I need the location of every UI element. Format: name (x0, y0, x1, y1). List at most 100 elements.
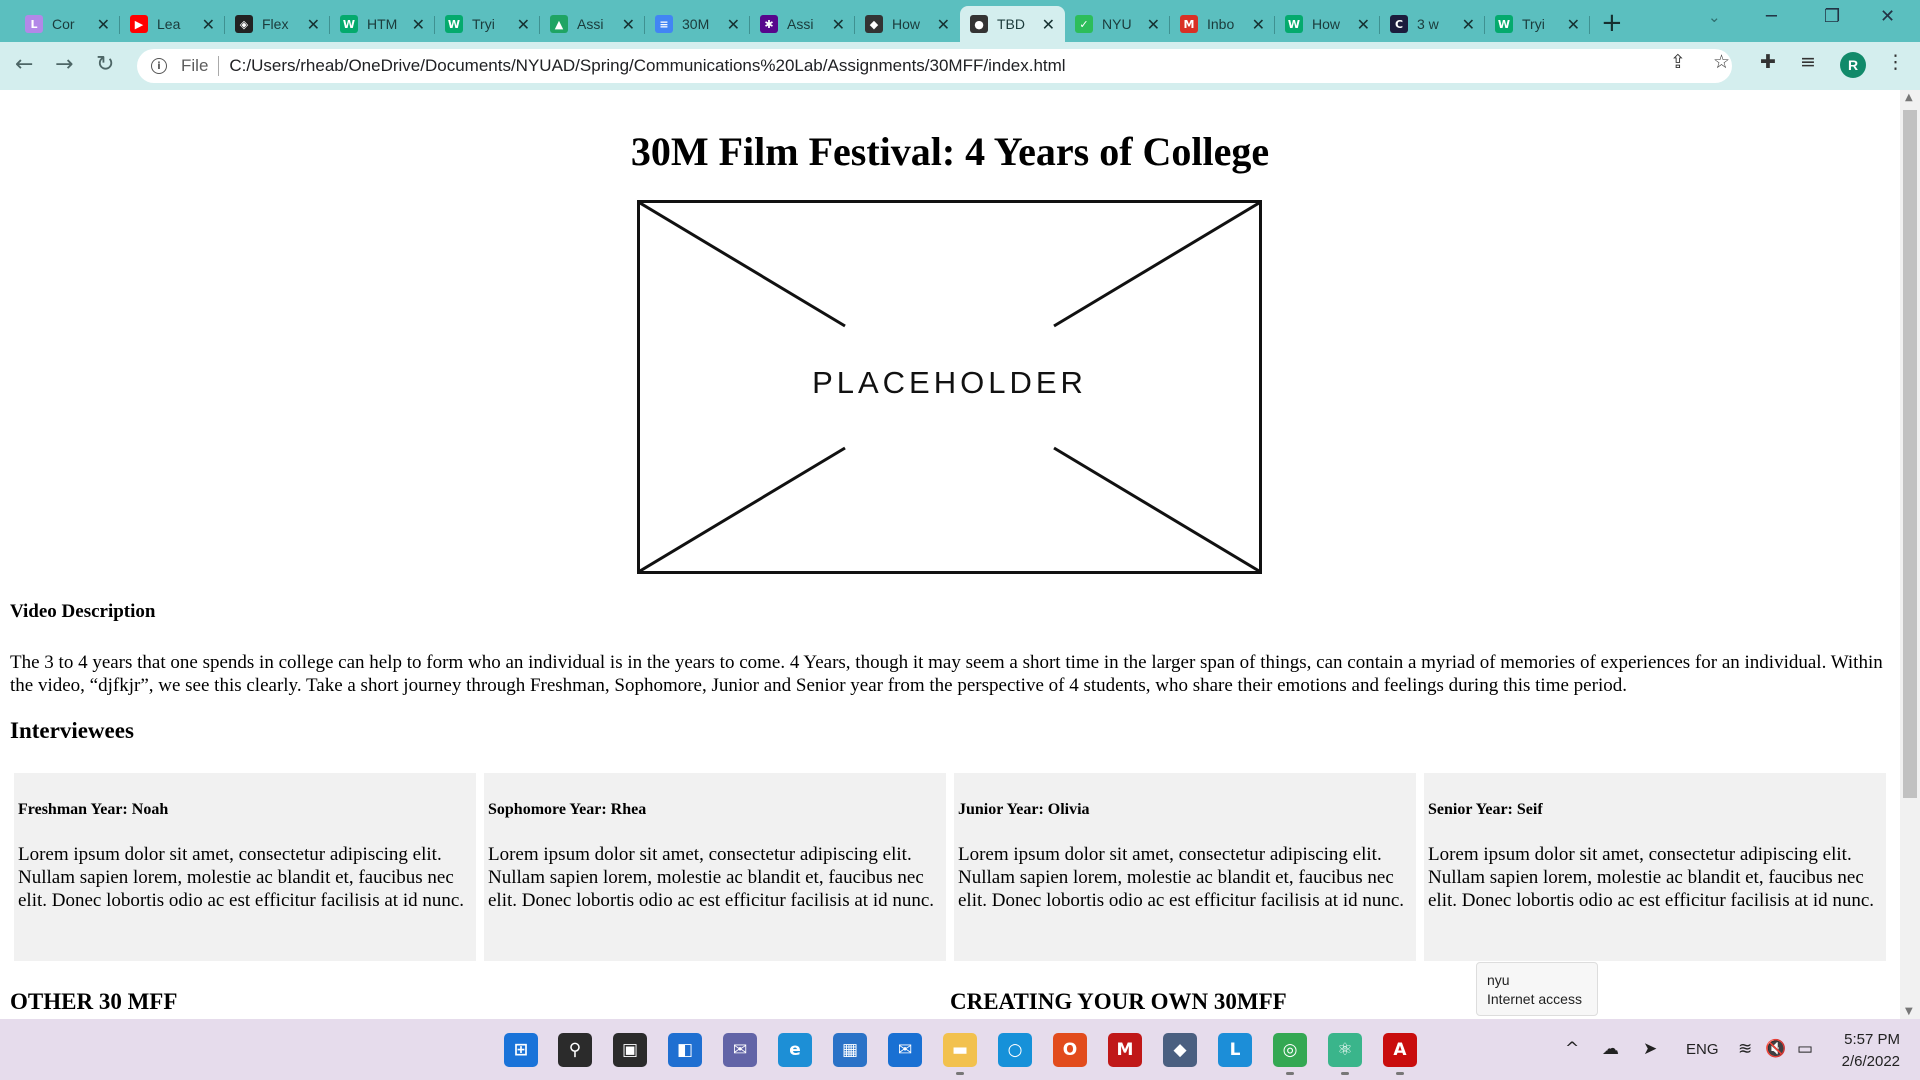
interviewee-card: Junior Year: Olivia Lorem ipsum dolor si… (954, 773, 1416, 961)
mail-icon[interactable]: ✉ (888, 1033, 922, 1067)
browser-tab[interactable]: ◈ Flex ✕ (225, 6, 330, 42)
acrobat-icon[interactable]: A (1383, 1033, 1417, 1067)
bookmark-star-icon[interactable]: ☆ (1713, 51, 1730, 73)
location-arrow-icon[interactable]: ➤ (1643, 1039, 1657, 1059)
tab-close-icon[interactable]: ✕ (1357, 15, 1370, 34)
interviewee-text: Lorem ipsum dolor sit amet, consectetur … (958, 844, 1405, 911)
close-window-icon[interactable]: ✕ (1880, 6, 1895, 27)
tab-title: Inbo (1207, 16, 1235, 32)
scrollbar-thumb[interactable] (1903, 110, 1917, 798)
google-docs-icon: ≡ (655, 15, 673, 33)
site-info-icon[interactable]: i (151, 58, 167, 74)
battery-icon[interactable]: ▭ (1797, 1039, 1813, 1059)
edge-icon[interactable]: e (778, 1033, 812, 1067)
youtube-icon: ▶ (130, 15, 148, 33)
system-clock[interactable]: 5:57 PM 2/6/2022 (1828, 1029, 1900, 1073)
tab-title: TBD (997, 16, 1025, 32)
address-bar[interactable]: i File C:/Users/rheab/OneDrive/Documents… (137, 49, 1732, 83)
tab-title: How (1312, 16, 1341, 32)
file-explorer-icon[interactable]: ▬ (943, 1033, 977, 1067)
running-indicator (956, 1072, 964, 1075)
windows-start-icon[interactable]: ⊞ (504, 1033, 538, 1067)
tab-close-icon[interactable]: ✕ (1567, 15, 1580, 34)
tab-close-icon[interactable]: ✕ (1462, 15, 1475, 34)
tab-title: Tryi (472, 16, 495, 32)
tab-title: 3 w (1417, 16, 1439, 32)
tab-close-icon[interactable]: ✕ (97, 15, 110, 34)
lockdown-browser-icon[interactable]: L (1218, 1033, 1252, 1067)
interviewee-text: Lorem ipsum dolor sit amet, consectetur … (488, 844, 935, 911)
reload-icon[interactable]: ↻ (96, 52, 114, 77)
forward-arrow-icon[interactable]: → (55, 52, 73, 77)
widgets-icon[interactable]: ◧ (668, 1033, 702, 1067)
minimize-icon[interactable]: ─ (1766, 6, 1777, 27)
tab-search-chevron-icon[interactable]: ⌄ (1708, 8, 1721, 26)
browser-tab[interactable]: C 3 w ✕ (1380, 6, 1485, 42)
browser-tab[interactable]: ≡ 30M ✕ (645, 6, 750, 42)
page-title: 30M Film Festival: 4 Years of College (630, 129, 1270, 174)
mcafee-icon[interactable]: M (1108, 1033, 1142, 1067)
browser-tab[interactable]: ✱ Assi ✕ (750, 6, 855, 42)
browser-tab[interactable]: ✓ NYU ✕ (1065, 6, 1170, 42)
running-indicator (1341, 1072, 1349, 1075)
speaker-muted-icon[interactable]: 🔇 (1765, 1039, 1786, 1059)
tab-close-icon[interactable]: ✕ (832, 15, 845, 34)
back-arrow-icon[interactable]: ← (15, 52, 33, 77)
network-tooltip: nyu Internet access (1476, 962, 1598, 1016)
network-status: Internet access (1487, 991, 1582, 1007)
browser-tab[interactable]: W HTM ✕ (330, 6, 435, 42)
tab-close-icon[interactable]: ✕ (307, 15, 320, 34)
wifi-icon[interactable]: ≋ (1738, 1039, 1752, 1059)
tab-title: How (892, 16, 921, 32)
browser-tab[interactable]: W How ✕ (1275, 6, 1380, 42)
running-indicator (1396, 1072, 1404, 1075)
tab-close-icon[interactable]: ✕ (1252, 15, 1265, 34)
browser-tab[interactable]: L Cor ✕ (15, 6, 120, 42)
browser-tab[interactable]: ▶ Lea ✕ (120, 6, 225, 42)
browser-tab[interactable]: ◆ How ✕ (855, 6, 960, 42)
tab-close-icon[interactable]: ✕ (622, 15, 635, 34)
tab-close-icon[interactable]: ✕ (412, 15, 425, 34)
browser-tab[interactable]: W Tryi ✕ (1485, 6, 1590, 42)
virtualbox-icon[interactable]: ◆ (1163, 1033, 1197, 1067)
store-icon[interactable]: ▦ (833, 1033, 867, 1067)
new-tab-button[interactable]: + (1601, 8, 1623, 38)
tab-close-icon[interactable]: ✕ (727, 15, 740, 34)
tab-title: Cor (52, 16, 75, 32)
scroll-down-arrow-icon[interactable]: ▼ (1905, 1006, 1913, 1017)
browser-tab[interactable]: W Tryi ✕ (435, 6, 540, 42)
running-indicator (1286, 1072, 1294, 1075)
show-hidden-icons-chevron-icon[interactable]: ^ (1565, 1039, 1579, 1059)
tab-close-icon[interactable]: ✕ (1042, 15, 1055, 34)
browser-tab[interactable]: ● TBD ✕ (960, 6, 1065, 42)
restore-icon[interactable]: ❐ (1824, 6, 1840, 27)
address-url[interactable]: C:/Users/rheab/OneDrive/Documents/NYUAD/… (229, 56, 1065, 76)
profile-avatar[interactable]: R (1840, 52, 1866, 78)
checkmark-icon: ✓ (1075, 15, 1093, 33)
tab-close-icon[interactable]: ✕ (517, 15, 530, 34)
tab-close-icon[interactable]: ✕ (202, 15, 215, 34)
onedrive-cloud-icon[interactable]: ☁ (1602, 1039, 1619, 1059)
page-viewport: 30M Film Festival: 4 Years of College PL… (0, 90, 1900, 1019)
chrome-icon[interactable]: ◎ (1273, 1033, 1307, 1067)
teams-chat-icon[interactable]: ✉ (723, 1033, 757, 1067)
tab-close-icon[interactable]: ✕ (1147, 15, 1160, 34)
codepen-icon: ◈ (235, 15, 253, 33)
atom-icon[interactable]: ⚛ (1328, 1033, 1362, 1067)
task-view-icon[interactable]: ▣ (613, 1033, 647, 1067)
page-scrollbar[interactable]: ▲ ▼ (1900, 90, 1920, 1019)
interviewee-heading: Freshman Year: Noah (18, 801, 169, 818)
menu-dots-icon[interactable]: ⋮ (1886, 51, 1905, 73)
office-icon[interactable]: O (1053, 1033, 1087, 1067)
browser-tab[interactable]: M Inbo ✕ (1170, 6, 1275, 42)
language-indicator[interactable]: ENG (1686, 1041, 1719, 1058)
w3schools-icon: W (445, 15, 463, 33)
extensions-puzzle-icon[interactable]: ✚ (1760, 51, 1776, 73)
browser-tab[interactable]: ▲ Assi ✕ (540, 6, 645, 42)
tab-close-icon[interactable]: ✕ (937, 15, 950, 34)
search-icon[interactable]: ⚲ (558, 1033, 592, 1067)
cortana-icon[interactable]: ○ (998, 1033, 1032, 1067)
share-icon[interactable]: ⇪ (1670, 51, 1686, 73)
reading-list-icon[interactable]: ≡ (1800, 51, 1816, 73)
scroll-up-arrow-icon[interactable]: ▲ (1905, 92, 1913, 103)
